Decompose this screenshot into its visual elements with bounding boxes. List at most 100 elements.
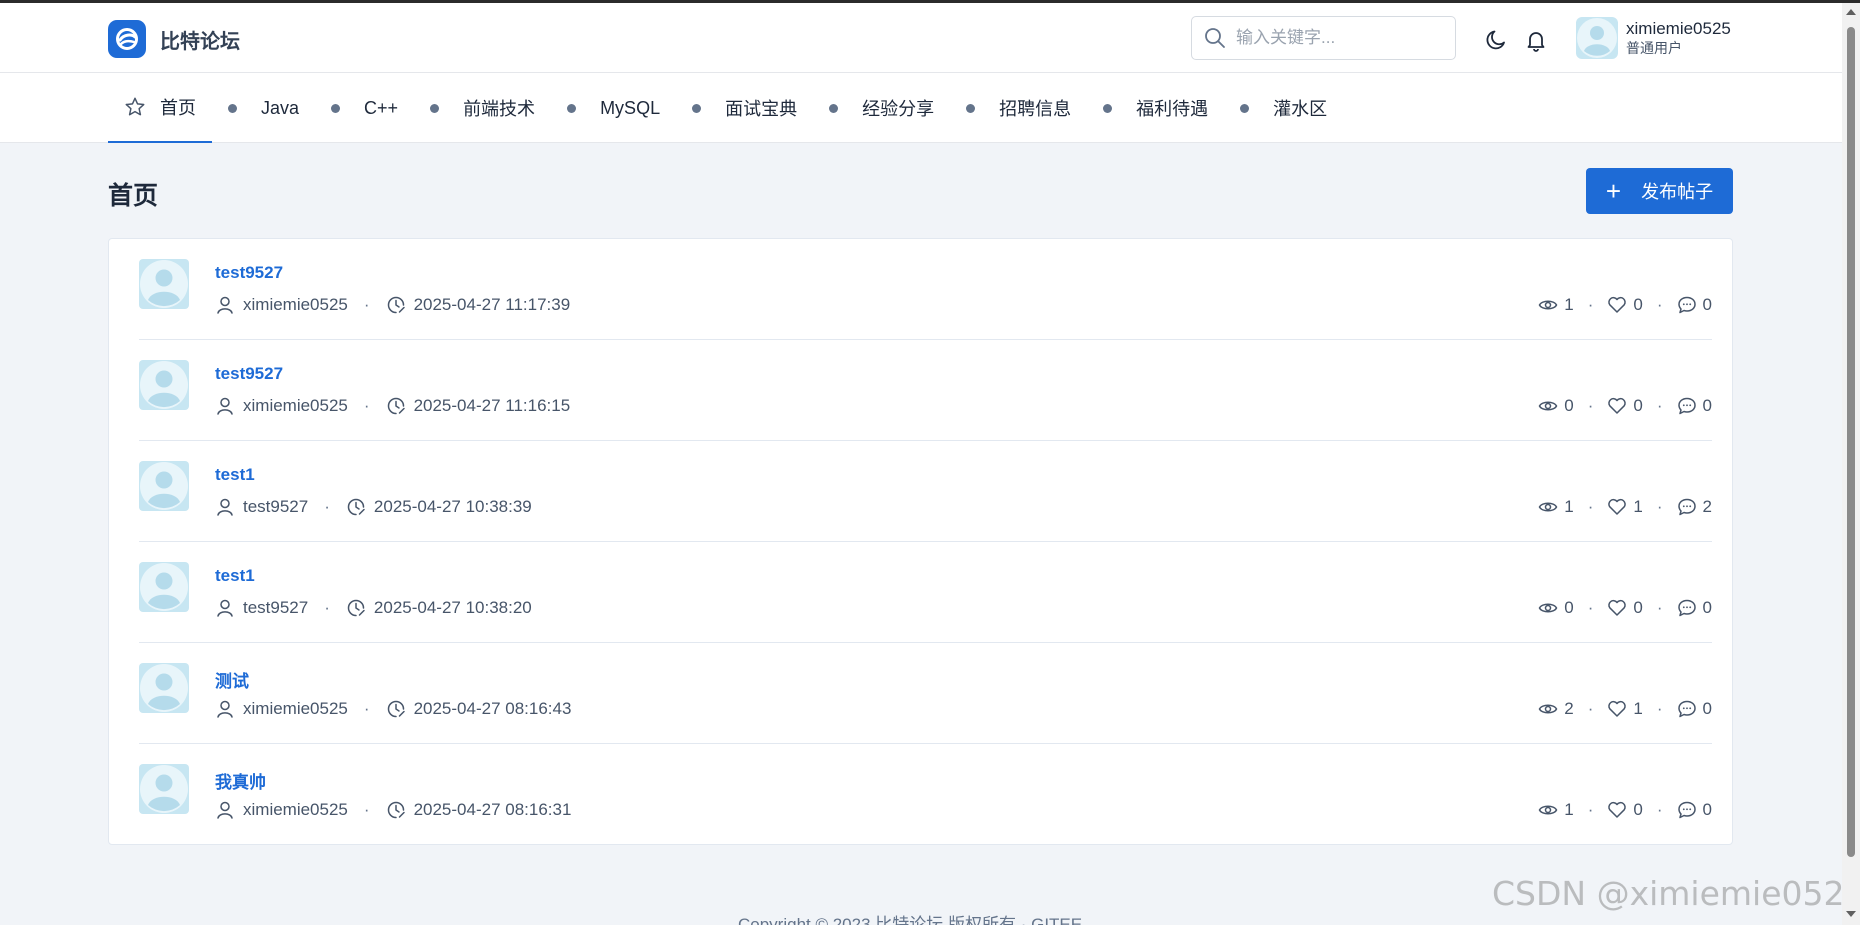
nav-item-frontend[interactable]: 前端技术 [414, 73, 551, 143]
avatar[interactable] [139, 562, 189, 612]
clock-icon [386, 699, 406, 719]
comments-stat[interactable]: 0 [1677, 800, 1712, 820]
separator: · [1587, 295, 1594, 314]
views-count: 0 [1564, 598, 1574, 617]
comments-count: 0 [1702, 598, 1712, 617]
clock-icon [346, 497, 366, 517]
post-author[interactable]: test9527 [243, 598, 308, 618]
nav-item-benefits[interactable]: 福利待遇 [1087, 73, 1224, 143]
likes-stat[interactable]: 0 [1607, 598, 1643, 618]
eye-icon [1538, 396, 1558, 416]
user-menu[interactable]: ximiemie0525 普通用户 [1576, 17, 1731, 59]
separator: · [363, 800, 370, 819]
separator: · [363, 396, 370, 415]
search-box[interactable] [1191, 16, 1456, 60]
page-title: 首页 [108, 182, 159, 210]
post-stats: 0 · 0 · 0 [1538, 396, 1712, 416]
avatar[interactable] [139, 461, 189, 511]
comments-stat[interactable]: 0 [1677, 699, 1712, 719]
comments-stat[interactable]: 0 [1677, 295, 1712, 315]
comments-stat[interactable]: 2 [1677, 497, 1712, 517]
bell-icon[interactable] [1524, 28, 1548, 52]
dot-icon [966, 103, 976, 113]
likes-stat[interactable]: 1 [1607, 699, 1643, 719]
avatar[interactable] [139, 764, 189, 814]
likes-stat[interactable]: 1 [1607, 497, 1643, 517]
user-name: ximiemie0525 [1626, 19, 1731, 38]
nav-item-experience[interactable]: 经验分享 [813, 73, 950, 143]
post-title[interactable]: test9527 [215, 364, 283, 384]
nav-label: Java [261, 97, 300, 118]
post-title[interactable]: test9527 [215, 263, 283, 283]
nav-label: C++ [364, 97, 399, 118]
dot-icon [1103, 103, 1113, 113]
nav-label: 招聘信息 [999, 99, 1072, 119]
comment-icon [1677, 598, 1697, 618]
post-author[interactable]: ximiemie0525 [243, 800, 348, 820]
footer-copyright: Copyright © 2023 比特论坛 版权所有 · GITEE [738, 915, 1083, 925]
scroll-down-arrow-icon[interactable] [1846, 911, 1856, 917]
avatar[interactable] [139, 360, 189, 410]
nav-label: 经验分享 [862, 99, 935, 119]
nav-label: 灌水区 [1273, 99, 1328, 119]
comments-stat[interactable]: 0 [1677, 598, 1712, 618]
scroll-thumb[interactable] [1847, 27, 1855, 857]
post-author[interactable]: ximiemie0525 [243, 295, 348, 315]
post-title[interactable]: 我真帅 [215, 768, 266, 793]
search-input[interactable] [1236, 28, 1441, 48]
list-item: 测试 ximiemie0525 · 2025-04-27 08:16:43 2 … [139, 643, 1712, 744]
post-meta: ximiemie0525 · 2025-04-27 08:16:43 [215, 699, 571, 719]
list-item: test1 test9527 · 2025-04-27 10:38:39 1 · [139, 441, 1712, 542]
likes-stat[interactable]: 0 [1607, 295, 1643, 315]
post-title[interactable]: 测试 [215, 667, 249, 692]
post-author[interactable]: ximiemie0525 [243, 396, 348, 416]
top-header: 比特论坛 ximiemie0525 普通用户 [0, 3, 1842, 73]
clock-icon [386, 396, 406, 416]
avatar[interactable] [139, 259, 189, 309]
separator: · [1587, 800, 1594, 819]
separator: · [1656, 497, 1663, 516]
nav-item-java[interactable]: Java [212, 73, 315, 143]
separator: · [1656, 699, 1663, 718]
nav-item-interview[interactable]: 面试宝典 [676, 73, 813, 143]
post-time: 2025-04-27 10:38:39 [373, 497, 532, 516]
scroll-up-arrow-icon[interactable] [1846, 9, 1856, 15]
category-nav: 首页 Java C++ 前端技术 MySQL 面试宝典 经验分享 招聘信息 福利… [0, 73, 1842, 143]
list-item: 我真帅 ximiemie0525 · 2025-04-27 08:16:31 1… [139, 744, 1712, 845]
eye-icon [1538, 295, 1558, 315]
star-icon [124, 96, 146, 118]
post-author[interactable]: test9527 [243, 497, 308, 517]
post-author[interactable]: ximiemie0525 [243, 699, 348, 719]
comment-icon [1677, 699, 1697, 719]
post-time: 2025-04-27 11:17:39 [413, 295, 571, 314]
nav-item-offtopic[interactable]: 灌水区 [1224, 73, 1343, 143]
heart-icon [1607, 699, 1627, 719]
heart-icon [1607, 497, 1627, 517]
post-time: 2025-04-27 08:16:31 [413, 800, 572, 819]
post-title[interactable]: test1 [215, 465, 255, 485]
nav-item-cpp[interactable]: C++ [315, 73, 414, 143]
eye-icon [1538, 497, 1558, 517]
likes-stat[interactable]: 0 [1607, 396, 1643, 416]
dot-icon [829, 103, 839, 113]
watermark: CSDN @ximiemie0525 [1492, 874, 1860, 913]
post-title[interactable]: test1 [215, 566, 255, 586]
nav-item-home[interactable]: 首页 [108, 73, 212, 143]
brand[interactable]: 比特论坛 [108, 20, 240, 58]
comments-stat[interactable]: 0 [1677, 396, 1712, 416]
publish-post-button[interactable]: + 发布帖子 [1586, 168, 1733, 214]
nav-item-mysql[interactable]: MySQL [551, 73, 676, 143]
nav-item-jobs[interactable]: 招聘信息 [950, 73, 1087, 143]
views-count: 1 [1564, 800, 1574, 819]
heart-icon [1607, 598, 1627, 618]
search-icon [1204, 27, 1226, 49]
comments-count: 0 [1702, 800, 1712, 819]
eye-icon [1538, 699, 1558, 719]
avatar[interactable] [139, 663, 189, 713]
user-icon [215, 497, 235, 517]
likes-stat[interactable]: 0 [1607, 800, 1643, 820]
user-icon [215, 396, 235, 416]
page-scrollbar[interactable] [1842, 3, 1860, 925]
moon-icon[interactable] [1484, 28, 1508, 52]
comments-count: 0 [1702, 699, 1712, 718]
